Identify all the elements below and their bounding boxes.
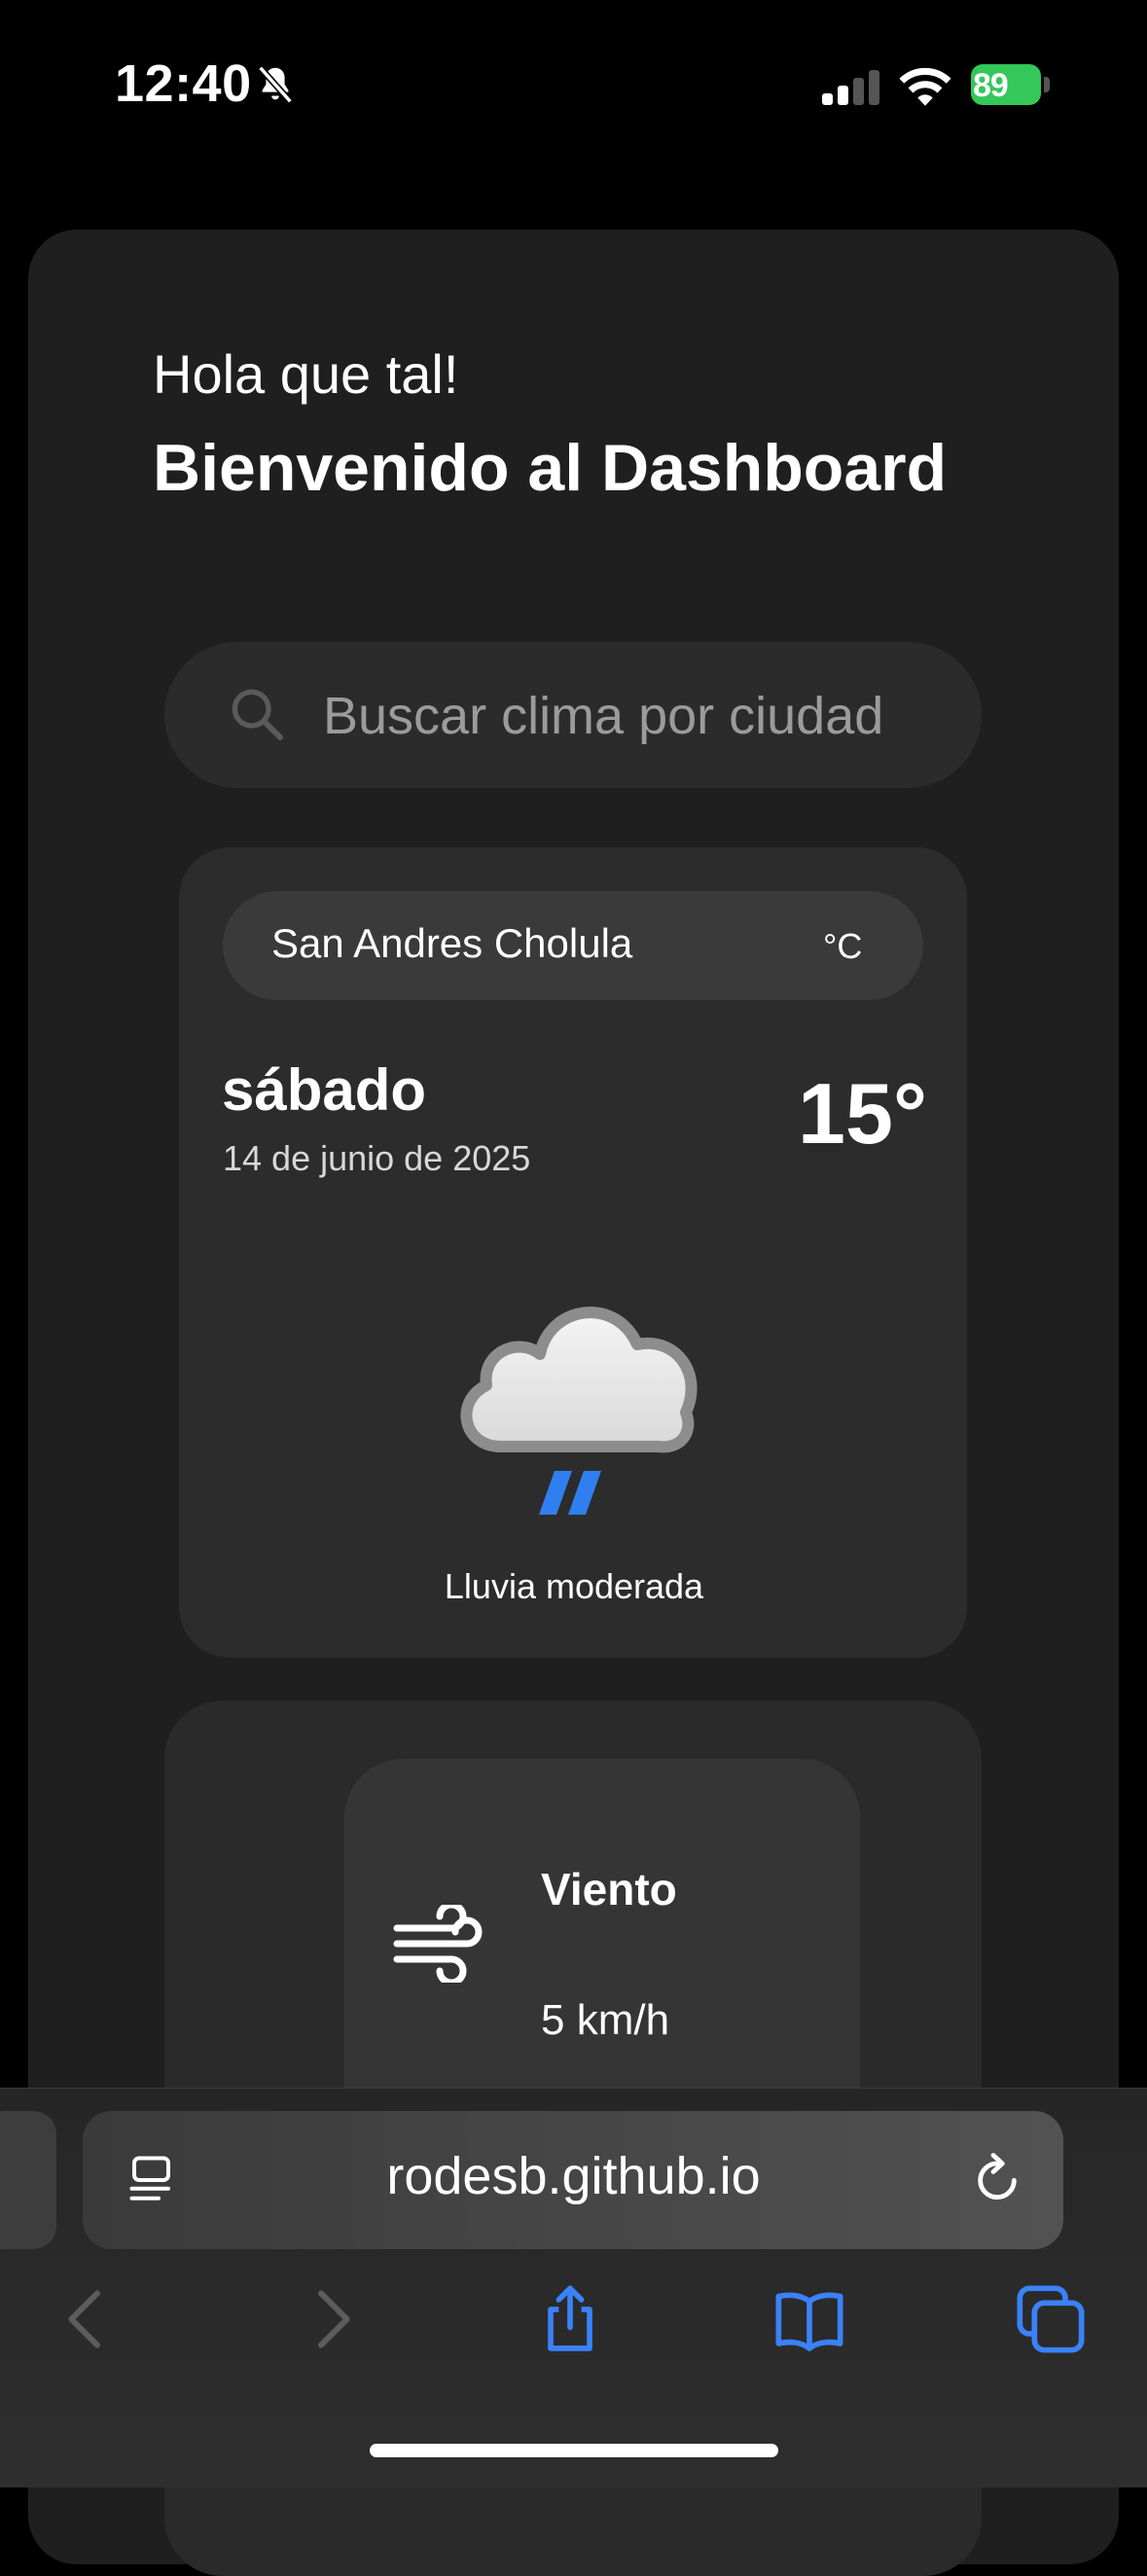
day-name: sábado (222, 1057, 427, 1123)
city-name: San Andres Cholula (271, 920, 633, 966)
cellular-signal-icon (822, 70, 880, 105)
bookmarks-icon[interactable] (771, 2280, 848, 2358)
wind-value: 5 km/h (541, 1996, 670, 2044)
home-indicator (370, 2444, 778, 2457)
date-text: 14 de junio de 2025 (223, 1138, 531, 1178)
status-time: 12:40 (115, 54, 252, 113)
share-icon[interactable] (531, 2280, 609, 2358)
wind-label: Viento (541, 1864, 677, 1914)
page-title: Bienvenido al Dashboard (153, 431, 948, 505)
search-input[interactable] (321, 681, 948, 751)
wind-icon (393, 1905, 483, 1983)
temperature: 15° (798, 1065, 928, 1162)
unit-toggle[interactable]: °C (823, 926, 862, 967)
forward-arrow-icon[interactable] (292, 2280, 370, 2358)
back-arrow-icon[interactable] (49, 2280, 126, 2358)
wifi-icon (899, 67, 951, 106)
bell-muted-icon (258, 65, 293, 104)
rain-cloud-icon (460, 1306, 698, 1515)
search-icon (232, 689, 283, 740)
battery-percent: 89 (973, 67, 1009, 104)
battery-icon: 89 (971, 64, 1051, 105)
greeting-text: Hola que tal! (153, 343, 459, 405)
weather-condition: Lluvia moderada (444, 1566, 704, 1606)
tabs-icon[interactable] (1012, 2280, 1090, 2358)
reload-icon[interactable] (966, 2148, 1028, 2210)
